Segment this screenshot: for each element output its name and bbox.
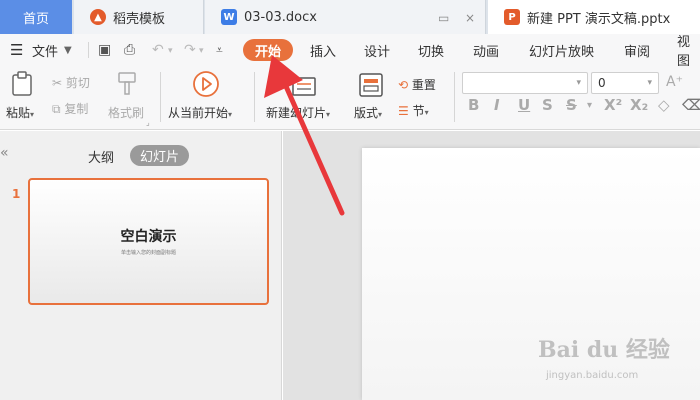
hamburger-menu-icon[interactable]: ☰ <box>10 34 23 66</box>
menu-tab-transitions[interactable]: 切换 <box>418 34 444 66</box>
chevron-down-icon: ▾ <box>576 78 581 88</box>
increase-font-icon[interactable]: A⁺ <box>666 74 683 90</box>
new-slide-label: 新建幻灯片 <box>266 106 327 120</box>
tab-docer[interactable]: ▲ 稻壳模板 <box>74 0 204 34</box>
cut-button[interactable]: ✂ 剪切 <box>52 74 90 91</box>
play-from-current-icon[interactable] <box>192 70 220 98</box>
clipboard-dialog-launcher-icon[interactable]: ⌟ <box>146 118 150 127</box>
collapse-panel-icon[interactable]: « <box>0 145 9 161</box>
baidu-watermark: Bai du 经验 jingyan.baidu.com <box>538 332 670 381</box>
strikethrough-icon[interactable]: S <box>566 96 577 114</box>
reset-label: 重置 <box>411 78 436 92</box>
font-size-value: 0 <box>598 76 606 90</box>
from-current-label: 从当前开始 <box>168 106 229 120</box>
panel-tab-slides[interactable]: 幻灯片 <box>130 145 190 166</box>
tab-home[interactable]: 首页 <box>0 0 72 34</box>
save-icon[interactable]: ▣ <box>98 42 111 58</box>
panel-tab-outline[interactable]: 大纲 <box>88 147 114 166</box>
undo-icon[interactable]: ↶ <box>152 42 164 58</box>
bold-icon[interactable]: B <box>468 96 479 114</box>
section-label: 节 <box>412 104 425 118</box>
paste-icon[interactable] <box>10 71 34 97</box>
docer-icon: ▲ <box>90 9 106 25</box>
menu-bar: ☰ 文件 ▼ ▣ ⎙ ↶ ▾ ↷ ▾ ⩡ 开始 插入 设计 切换 动画 幻灯片放… <box>0 34 700 69</box>
layout-icon[interactable] <box>358 72 384 98</box>
copy-label: 复制 <box>64 102 89 116</box>
underline-icon[interactable]: U <box>518 96 530 114</box>
reset-button[interactable]: ⟲ 重置 <box>398 76 436 93</box>
word-doc-icon: W <box>221 9 237 25</box>
scissors-icon: ✂ <box>52 76 63 90</box>
file-menu[interactable]: 文件 ▼ <box>32 34 72 66</box>
reset-icon: ⟲ <box>398 78 409 92</box>
tab-word-doc-label: 03-03.docx <box>244 9 317 25</box>
chevron-down-icon: ▾ <box>647 78 652 88</box>
tab-docer-label: 稻壳模板 <box>113 11 166 27</box>
customize-toolbar-icon[interactable]: ⩡ <box>216 43 223 58</box>
undo-dropdown-icon[interactable]: ▾ <box>168 46 173 56</box>
watermark-url: jingyan.baidu.com <box>546 370 639 381</box>
close-tab-icon[interactable]: × <box>465 11 475 25</box>
menu-tab-animations[interactable]: 动画 <box>473 34 499 66</box>
clear-formatting-icon[interactable]: ◇ <box>658 96 670 114</box>
menu-tab-home[interactable]: 开始 <box>243 39 294 61</box>
svg-text:*: * <box>288 71 293 82</box>
redo-dropdown-icon[interactable]: ▾ <box>199 46 204 56</box>
shadow-icon[interactable]: S <box>542 96 553 114</box>
format-painter-label[interactable]: 格式刷 <box>108 104 144 121</box>
format-painter-icon[interactable] <box>114 70 142 98</box>
font-size-combo[interactable]: 0 ▾ <box>591 72 659 94</box>
chevron-down-icon: ▼ <box>64 44 72 56</box>
layout-label: 版式 <box>354 106 379 120</box>
separator <box>254 72 255 122</box>
redo-icon[interactable]: ↷ <box>184 42 196 58</box>
font-name-combo[interactable]: ▾ <box>462 72 588 94</box>
menu-tab-view[interactable]: 视图 <box>677 34 700 69</box>
from-current-button[interactable]: 从当前开始▾ <box>168 104 232 121</box>
tab-ppt-doc[interactable]: P 新建 PPT 演示文稿.pptx <box>488 0 700 34</box>
tab-ppt-doc-label: 新建 PPT 演示文稿.pptx <box>527 11 671 27</box>
superscript-icon[interactable]: X² <box>604 96 622 114</box>
text-fill-icon[interactable]: ⌫ <box>682 96 700 114</box>
tab-home-label: 首页 <box>22 11 49 27</box>
italic-icon[interactable]: I <box>494 96 500 114</box>
chevron-down-icon[interactable]: ▾ <box>587 100 592 111</box>
watermark-logo: Bai du 经验 <box>538 337 670 363</box>
slides-panel: « 大纲 幻灯片 1 空白演示 单击输入您的封面副标题 <box>0 131 282 400</box>
menu-tab-slideshow[interactable]: 幻灯片放映 <box>529 34 594 66</box>
subscript-icon[interactable]: X₂ <box>630 96 648 114</box>
menu-tab-insert[interactable]: 插入 <box>310 34 336 66</box>
paste-label: 粘贴 <box>6 106 31 120</box>
print-icon[interactable]: ⎙ <box>124 42 135 58</box>
cut-label: 剪切 <box>65 76 90 90</box>
separator <box>88 42 89 58</box>
ppt-doc-icon: P <box>504 9 520 25</box>
slide-thumbnail[interactable]: 空白演示 单击输入您的封面副标题 <box>28 178 269 305</box>
section-icon: ☰ <box>398 104 409 118</box>
menu-tab-review[interactable]: 审阅 <box>624 34 650 66</box>
new-slide-button[interactable]: 新建幻灯片▾ <box>266 104 330 121</box>
menu-tab-design[interactable]: 设计 <box>364 34 390 66</box>
copy-button[interactable]: ⧉ 复制 <box>52 100 88 117</box>
section-button[interactable]: ☰ 节▾ <box>398 102 429 119</box>
layout-button[interactable]: 版式▾ <box>354 104 382 121</box>
slide-number: 1 <box>12 187 21 201</box>
separator <box>454 72 455 122</box>
monitor-icon[interactable]: ▭ <box>438 11 449 25</box>
thumbnail-subtitle: 单击输入您的封面副标题 <box>120 250 176 256</box>
new-slide-icon[interactable]: * <box>288 70 318 98</box>
thumbnail-title: 空白演示 <box>120 229 177 245</box>
file-menu-label: 文件 <box>32 44 59 60</box>
ribbon-toolbar: 粘贴▾ ✂ 剪切 ⧉ 复制 格式刷 ⌟ 从当前开始▾ * 新建幻灯片▾ 版式▾ <box>0 66 700 130</box>
copy-icon: ⧉ <box>52 102 61 116</box>
separator <box>160 72 161 122</box>
title-tab-bar: 首页 ▲ 稻壳模板 W 03-03.docx ▭ × P 新建 PPT 演示文稿… <box>0 0 700 34</box>
paste-button[interactable]: 粘贴▾ <box>6 104 34 121</box>
